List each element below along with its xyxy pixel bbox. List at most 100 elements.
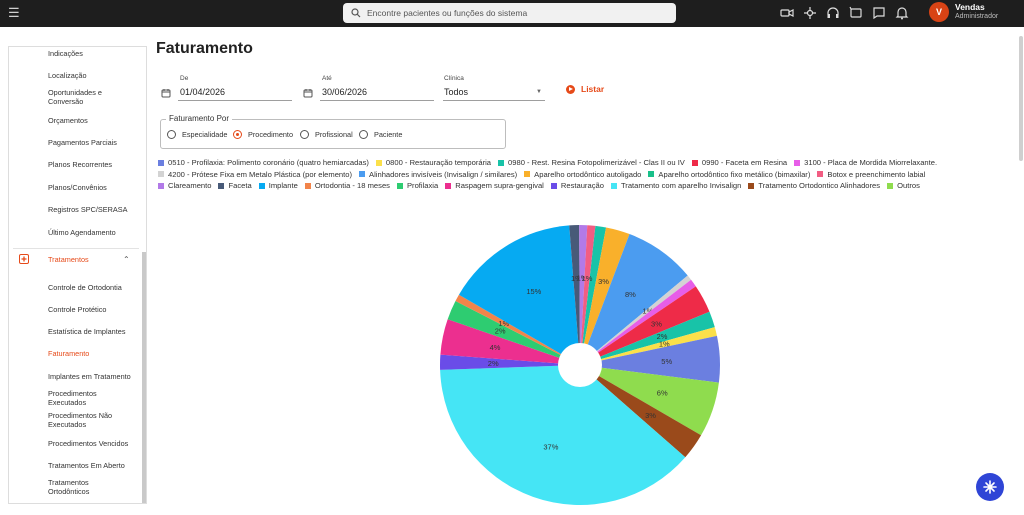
legend-label: Ortodontia - 18 meses	[314, 181, 390, 191]
pin-icon[interactable]	[803, 6, 817, 20]
de-date-input[interactable]: 01/04/2026	[180, 87, 225, 97]
video-icon[interactable]	[780, 6, 794, 20]
chat-settings-icon[interactable]	[849, 6, 863, 20]
legend-label: 0510 - Profilaxia: Polimento coronário (…	[168, 158, 369, 168]
sidebar-item-indicacoes[interactable]: Indicações	[48, 49, 140, 58]
listar-label: Listar	[581, 84, 605, 94]
message-icon[interactable]	[872, 6, 886, 20]
legend-item[interactable]: Ortodontia - 18 meses	[304, 181, 390, 191]
legend-swatch	[550, 182, 557, 189]
legend-item[interactable]: Aparelho ortodôntico autoligado	[524, 170, 641, 179]
calendar-icon[interactable]	[161, 88, 171, 98]
ate-date-input[interactable]: 30/06/2026	[322, 87, 367, 97]
legend-swatch	[258, 182, 265, 189]
legend-swatch	[359, 171, 366, 178]
legend-swatch	[158, 159, 164, 166]
legend-swatch	[375, 159, 382, 166]
legend-item[interactable]: Botox e preenchimento labial	[817, 170, 925, 179]
legend-label: Tratamento Ortodontico Alinhadores	[758, 181, 881, 191]
pie-chart: 3%8%1%3%2%1%5%6%3%37%2%4%2%1%15%1%1%1%	[440, 225, 720, 505]
sidebar-item-registros-spc[interactable]: Registros SPC/SERASA	[48, 205, 140, 214]
sidebar-item-procedimentos-nao-executados[interactable]: Procedimentos Não Executados	[48, 411, 128, 429]
sidebar-item-localizacao[interactable]: Localização	[48, 71, 140, 80]
sidebar-item-oportunidades[interactable]: Oportunidades e Conversão	[48, 88, 128, 106]
legend-label: Raspagem supra-gengival	[455, 181, 544, 191]
sidebar-item-tratamentos-ortodonticos[interactable]: Tratamentos Ortodônticos	[48, 478, 118, 496]
legend-label: Outros	[897, 181, 920, 191]
legend-swatch	[887, 182, 894, 189]
avatar: V	[929, 2, 949, 22]
radio-procedimento[interactable]: Procedimento	[233, 130, 293, 139]
legend-swatch	[648, 171, 655, 178]
legend-item[interactable]: Tratamento com aparelho Invisalign	[610, 181, 741, 190]
legend-label: Profilaxia	[406, 181, 439, 191]
sidebar-item-controle-ortodontia[interactable]: Controle de Ortodontia	[48, 283, 140, 292]
legend-item[interactable]: 0980 - Rest. Resina Fotopolimerizável - …	[498, 158, 685, 167]
headset-icon[interactable]	[826, 6, 840, 20]
legend-item[interactable]: Clareamento	[158, 181, 211, 190]
radio-profissional[interactable]: Profissional	[300, 130, 353, 139]
legend-item[interactable]: 0990 - Faceta em Resina	[691, 158, 787, 167]
legend-item[interactable]: Raspagem supra-gengival	[445, 181, 544, 190]
sidebar-item-procedimentos-vencidos[interactable]: Procedimentos Vencidos	[48, 439, 140, 448]
sidebar-section-tratamentos[interactable]: Tratamentos ⌃	[9, 250, 143, 268]
page-scrollbar[interactable]	[1019, 36, 1023, 161]
legend-item[interactable]: Restauração	[550, 181, 604, 190]
radio-especialidade[interactable]: Especialidade	[167, 130, 227, 139]
legend-label: Faceta	[228, 181, 252, 191]
calendar-icon[interactable]	[303, 88, 313, 98]
sidebar-item-pagamentos-parciais[interactable]: Pagamentos Parciais	[48, 138, 140, 147]
dropdown-arrow-icon[interactable]: ▼	[536, 89, 542, 95]
radio-label: Procedimento	[248, 130, 294, 139]
sidebar-item-procedimentos-executados[interactable]: Procedimentos Executados	[48, 389, 118, 407]
hamburger-menu-icon[interactable]: ☰	[8, 6, 20, 20]
clinica-underline	[443, 100, 545, 101]
legend-item[interactable]: Tratamento Ortodontico Alinhadores	[748, 181, 880, 190]
page-title: Faturamento	[156, 40, 253, 57]
legend-swatch	[524, 171, 531, 178]
sidebar-item-faturamento[interactable]: Faturamento	[48, 349, 140, 358]
legend-item[interactable]: Outros	[887, 181, 920, 190]
slice-label: 2%	[488, 359, 499, 368]
listar-button[interactable]: Listar	[566, 84, 604, 94]
search-icon	[351, 8, 361, 18]
legend-swatch	[610, 182, 617, 189]
radio-circle	[300, 130, 309, 139]
bell-icon[interactable]	[895, 6, 909, 20]
sidebar-item-controle-protetico[interactable]: Controle Protético	[48, 305, 140, 314]
sidebar: Indicações Localização Oportunidades e C…	[8, 46, 147, 504]
legend-label: Aparelho ortodôntico fixo metálico (bima…	[658, 169, 811, 179]
legend-item[interactable]: Faceta	[218, 181, 252, 191]
legend-item[interactable]: 4200 - Prótese Fixa em Metalo Plástica (…	[158, 170, 352, 179]
radio-paciente[interactable]: Paciente	[359, 130, 402, 139]
slice-label: 4%	[490, 343, 501, 352]
sidebar-item-tratamentos-aberto[interactable]: Tratamentos Em Aberto	[48, 461, 140, 470]
slice-label: 3%	[598, 277, 609, 286]
clinica-select[interactable]: Todos	[444, 87, 468, 97]
radio-label: Especialidade	[182, 130, 228, 139]
user-name: Vendas	[955, 2, 985, 12]
legend-row: 4200 - Prótese Fixa em Metalo Plástica (…	[158, 169, 958, 181]
legend-item[interactable]: Aparelho ortodôntico fixo metálico (bima…	[648, 170, 810, 179]
legend-item[interactable]: 0800 - Restauração temporária	[375, 158, 492, 168]
sidebar-scrollbar[interactable]	[142, 252, 146, 503]
search-input[interactable]: Encontre pacientes ou funções do sistema	[343, 3, 676, 23]
legend-item[interactable]: 0510 - Profilaxia: Polimento coronário (…	[158, 158, 369, 167]
sidebar-item-planos-recorrentes[interactable]: Planos Recorrentes	[48, 160, 140, 169]
legend-item[interactable]: Implante	[258, 181, 298, 190]
legend-item[interactable]: 3100 - Placa de Mordida Miorrelaxante.	[794, 158, 937, 167]
user-menu[interactable]: V Vendas Administrador	[929, 2, 998, 22]
sidebar-item-estatistica-implantes[interactable]: Estatística de Implantes	[48, 327, 140, 336]
sidebar-item-orcamentos[interactable]: Orçamentos	[48, 116, 140, 125]
chart-legend: 0510 - Profilaxia: Polimento coronário (…	[158, 157, 958, 192]
legend-swatch	[748, 182, 755, 189]
sidebar-item-implantes-tratamento[interactable]: Implantes em Tratamento	[48, 372, 140, 381]
medical-plus-icon	[19, 254, 29, 264]
sidebar-item-planos-convenios[interactable]: Planos/Convênios	[48, 183, 140, 192]
legend-label: 0800 - Restauração temporária	[385, 158, 492, 168]
legend-item[interactable]: Profilaxia	[396, 181, 439, 191]
sidebar-item-ultimo-agendamento[interactable]: Último Agendamento	[48, 228, 140, 237]
slice-label: 8%	[625, 290, 636, 299]
assistant-fab-button[interactable]	[976, 473, 1004, 501]
legend-item[interactable]: Alinhadores invisíveis (Invisalign / sim…	[359, 170, 517, 179]
